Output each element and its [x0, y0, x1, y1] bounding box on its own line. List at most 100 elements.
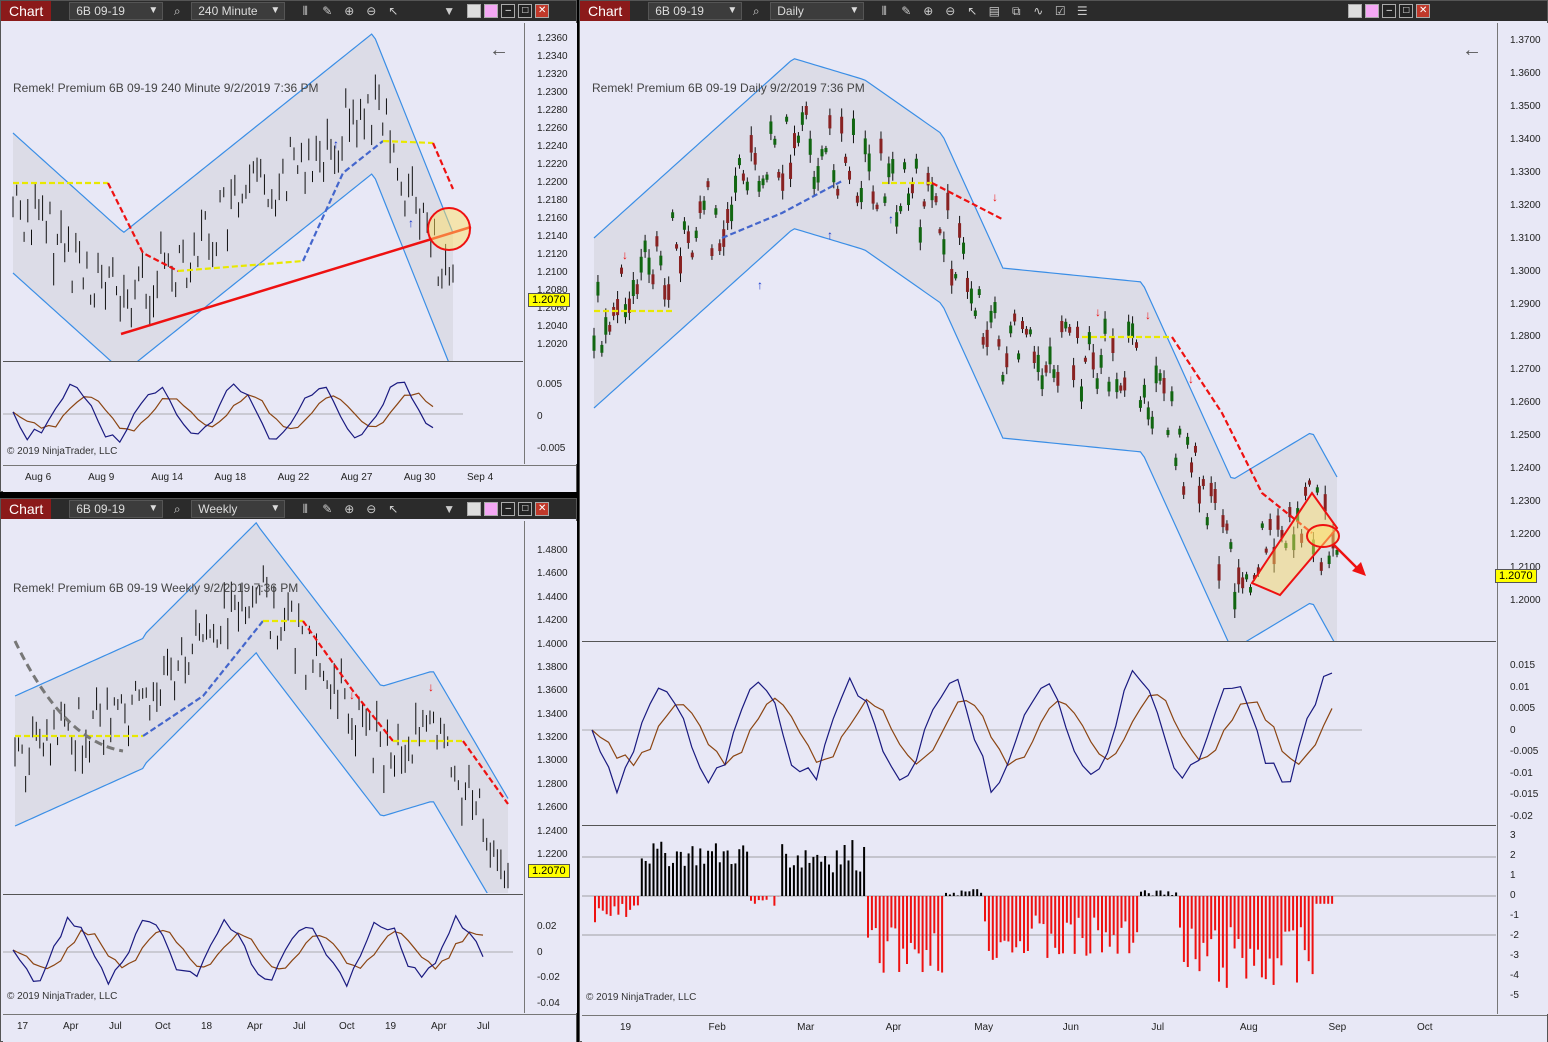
color-swatch-gray[interactable]	[467, 4, 482, 18]
cursor-icon[interactable]: ↖	[385, 3, 401, 19]
histogram-bar	[1319, 896, 1322, 904]
draw-icon[interactable]: ✎	[319, 501, 335, 517]
minimize-icon[interactable]: –	[1382, 4, 1397, 18]
price-panel[interactable]: ↑ ↑ Remek! Premium 6B 09-19 240 Minute 9/…	[3, 23, 523, 361]
candle-body	[1028, 329, 1032, 335]
histogram-bar	[621, 896, 624, 904]
bar-style-icon[interactable]: ⦀	[876, 3, 892, 19]
histogram-panel[interactable]: © 2019 NinjaTrader, LLC	[582, 826, 1496, 1014]
histogram-bar	[722, 851, 725, 896]
candle-body	[655, 236, 659, 247]
candle-body	[1009, 325, 1013, 334]
histogram-bar	[1034, 896, 1037, 916]
template-icon[interactable]: ☑	[1052, 3, 1068, 19]
histogram-bar	[820, 861, 823, 896]
indicator-icon[interactable]: ∿	[1030, 3, 1046, 19]
zoom-out-icon[interactable]: ⊖	[942, 3, 958, 19]
color-swatch-gray[interactable]	[467, 502, 482, 516]
maximize-icon[interactable]: □	[1399, 4, 1414, 18]
properties-icon[interactable]: ▤	[986, 3, 1002, 19]
search-icon[interactable]: ⌕	[169, 3, 185, 19]
oscillator-panel[interactable]: © 2019 NinjaTrader, LLC	[3, 895, 523, 1013]
histogram-bar	[1046, 896, 1049, 958]
color-swatch-pink[interactable]	[484, 4, 499, 18]
candle-body	[1060, 320, 1064, 333]
instrument-select[interactable]: 6B 09-19 ▼	[648, 2, 743, 20]
zoom-in-icon[interactable]: ⊕	[341, 501, 357, 517]
draw-icon[interactable]: ✎	[898, 3, 914, 19]
histogram-bar	[757, 896, 760, 901]
search-icon[interactable]: ⌕	[748, 3, 764, 19]
zoom-out-icon[interactable]: ⊖	[363, 501, 379, 517]
close-icon[interactable]: ✕	[535, 502, 550, 516]
maximize-icon[interactable]: □	[518, 4, 533, 18]
oscillator-panel[interactable]: © 2019 NinjaTrader, LLC	[3, 362, 523, 464]
back-arrow-icon[interactable]: ←	[1462, 39, 1482, 62]
chevron-down-icon[interactable]: ▼	[441, 501, 457, 517]
candle-body	[745, 181, 749, 191]
price-tick: 1.4400	[537, 591, 568, 603]
back-arrow-icon[interactable]: ←	[489, 39, 509, 62]
cursor-icon[interactable]: ↖	[964, 3, 980, 19]
interval-select[interactable]: Daily ▼	[770, 2, 865, 20]
close-icon[interactable]: ✕	[1416, 4, 1431, 18]
time-axis[interactable]: 17 Apr Jul Oct 18 Apr Jul Oct 19 Apr Jul	[3, 1014, 576, 1042]
histogram-bar	[1206, 896, 1209, 957]
histogram-bar	[859, 871, 862, 896]
hist-tick: 3	[1510, 830, 1516, 841]
interval-value: Weekly	[198, 502, 238, 516]
chart-toolbar: Chart 6B 09-19 ▼ ⌕ Daily ▼ ⦀ ✎ ⊕ ⊖ ↖ ▤ ⧉ ∿…	[580, 1, 1547, 21]
candle-body	[1142, 384, 1146, 398]
search-icon[interactable]: ⌕	[169, 501, 185, 517]
bar-style-icon[interactable]: ⦀	[297, 501, 313, 517]
instrument-select[interactable]: 6B 09-19 ▼	[69, 2, 164, 20]
draw-icon[interactable]: ✎	[319, 3, 335, 19]
interval-select[interactable]: Weekly ▼	[191, 500, 286, 518]
histogram-bar	[984, 896, 986, 922]
minimize-icon[interactable]: –	[501, 4, 516, 18]
histogram-bar	[917, 896, 920, 954]
color-swatch-gray[interactable]	[1348, 4, 1363, 18]
chevron-down-icon[interactable]: ▼	[441, 3, 457, 19]
list-icon[interactable]: ☰	[1074, 3, 1090, 19]
time-axis[interactable]: Aug 6 Aug 9 Aug 14 Aug 18 Aug 22 Aug 27 Aug 30…	[3, 465, 576, 492]
histogram-bar	[835, 850, 838, 896]
price-axis[interactable]: 1.3700 1.3600 1.3500 1.3400 1.3300 1.3200 1.31…	[1497, 23, 1548, 1014]
zoom-out-icon[interactable]: ⊖	[363, 3, 379, 19]
price-panel[interactable]: ↓ ↓ ↓ ↓ ↓ ↑ ↑ ↑ Remek! Premium 6B 09-19 Daily 9…	[582, 23, 1496, 641]
histogram-bar	[1237, 896, 1240, 940]
histogram-bar	[648, 863, 651, 896]
minimize-icon[interactable]: –	[501, 502, 516, 516]
price-chart: ↓↓	[13, 521, 509, 893]
close-icon[interactable]: ✕	[535, 4, 550, 18]
histogram-bar	[1214, 896, 1217, 931]
histogram-bar	[699, 848, 702, 896]
candle-body	[1024, 328, 1028, 335]
color-swatch-pink[interactable]	[484, 502, 499, 516]
price-axis[interactable]: 1.4800 1.4600 1.4400 1.4200 1.4000 1.3800 1.36…	[524, 521, 577, 1013]
chart-window-weekly: Chart 6B 09-19 ▼ ⌕ Weekly ▼ ⦀ ✎ ⊕ ⊖ ↖ ▼ – …	[0, 498, 577, 1042]
maximize-icon[interactable]: □	[518, 502, 533, 516]
histogram-bar	[816, 854, 819, 896]
zoom-in-icon[interactable]: ⊕	[920, 3, 936, 19]
price-panel[interactable]: ↓ ↓ Remek! Premium 6B 09-19 Weekly 9/2/20…	[3, 521, 523, 893]
candle-body	[1036, 354, 1040, 373]
candle-body	[997, 339, 1001, 347]
cursor-icon[interactable]: ↖	[385, 501, 401, 517]
candle-body	[1013, 313, 1017, 322]
interval-select[interactable]: 240 Minute ▼	[191, 2, 286, 20]
oscillator-panel[interactable]	[582, 642, 1496, 825]
price-axis[interactable]: 1.2360 1.2340 1.2320 1.2300 1.2280 1.2260 1.22…	[524, 23, 577, 464]
osc-tick: -0.015	[1510, 789, 1539, 801]
bar-style-icon[interactable]: ⦀	[297, 3, 313, 19]
strategy-icon[interactable]: ⧉	[1008, 3, 1024, 19]
color-swatch-pink[interactable]	[1365, 4, 1380, 18]
time-axis[interactable]: 19 Feb Mar Apr May Jun Jul Aug Sep Oct	[582, 1015, 1547, 1042]
histogram-bar	[742, 845, 745, 896]
histogram-bar	[1311, 896, 1314, 975]
histogram-bar	[1108, 896, 1111, 947]
zoom-in-icon[interactable]: ⊕	[341, 3, 357, 19]
histogram-bar	[761, 896, 764, 901]
instrument-select[interactable]: 6B 09-19 ▼	[69, 500, 164, 518]
histogram-bar	[929, 896, 932, 966]
